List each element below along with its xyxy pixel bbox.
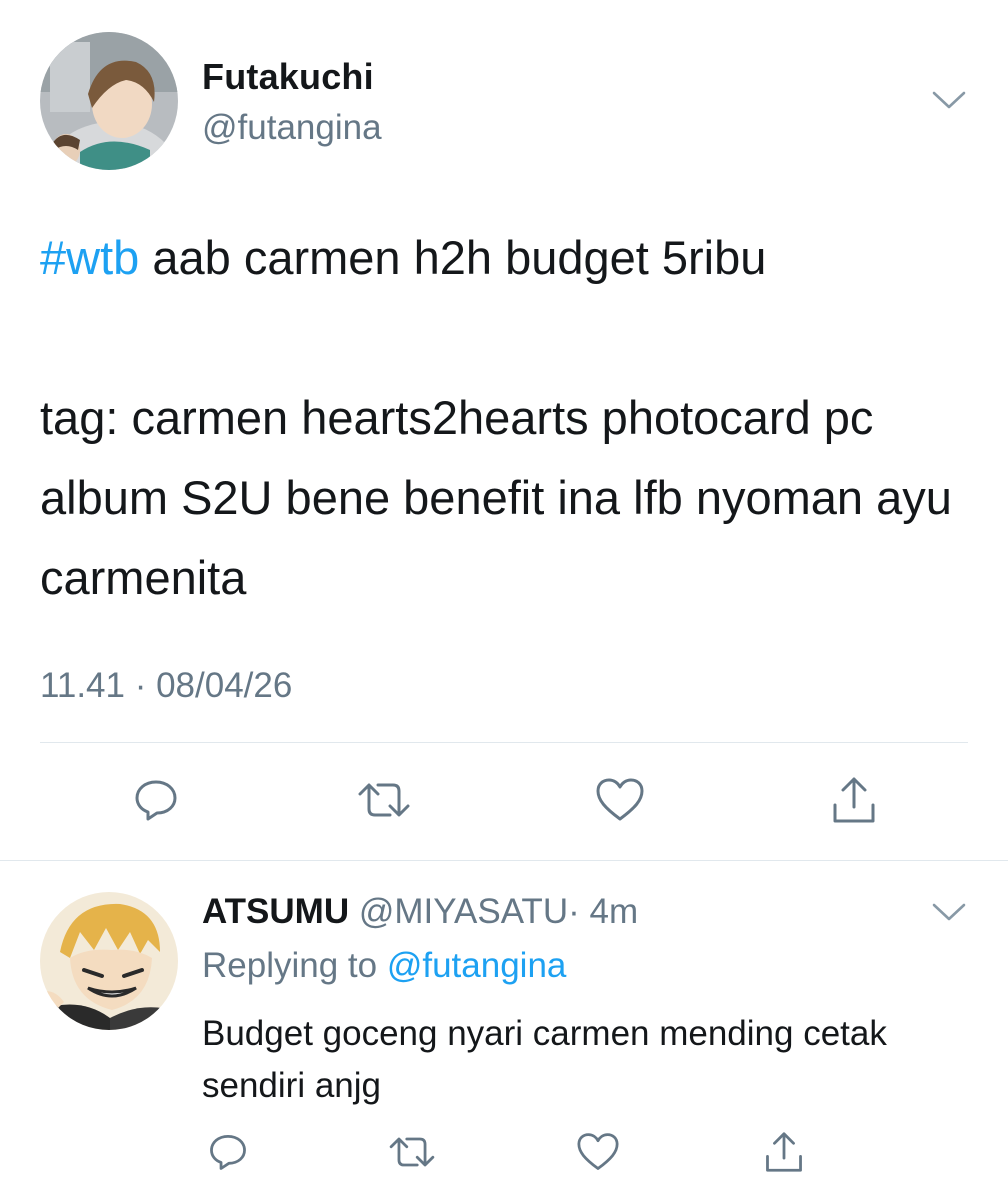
tweet-timestamp[interactable]: 11.41 · 08/04/26: [40, 666, 292, 706]
like-button[interactable]: [592, 772, 648, 828]
tweet-text: #wtb aab carmen h2h budget 5ribu tag: ca…: [40, 218, 970, 618]
replying-to-mention[interactable]: @futangina: [387, 946, 567, 985]
share-icon: [766, 1132, 802, 1172]
reply-icon: [135, 780, 177, 821]
author-avatar[interactable]: [40, 32, 178, 170]
reply-author-avatar[interactable]: [40, 892, 178, 1030]
share-button[interactable]: [826, 772, 882, 828]
chevron-down-icon[interactable]: [930, 900, 968, 924]
reply-like-button[interactable]: [570, 1124, 626, 1180]
hashtag-link[interactable]: #wtb: [40, 231, 139, 284]
reply-icon: [210, 1134, 246, 1170]
avatar-image: [40, 892, 178, 1030]
author-handle[interactable]: @futangina: [202, 108, 382, 148]
reply-text: Budget goceng nyari carmen mending cetak…: [202, 1014, 887, 1105]
avatar-image: [40, 32, 178, 170]
replying-prefix: Replying to: [202, 946, 387, 985]
like-icon: [596, 778, 644, 821]
reply-header: ATSUMU @MIYASATU· 4m: [202, 892, 638, 932]
chevron-down-icon[interactable]: [930, 88, 968, 112]
tweet-text-tags: tag: carmen hearts2hearts photocard pc a…: [40, 391, 965, 604]
share-icon: [833, 777, 875, 823]
retweet-icon: [389, 1137, 435, 1167]
like-icon: [577, 1133, 619, 1170]
reply-share-button[interactable]: [756, 1124, 812, 1180]
replying-to-line: Replying to @futangina: [202, 946, 566, 986]
author-display-name[interactable]: Futakuchi: [202, 56, 374, 98]
divider: [40, 742, 968, 743]
reply-button[interactable]: [128, 772, 184, 828]
reply-retweet-button[interactable]: [384, 1124, 440, 1180]
section-divider: [0, 860, 1008, 861]
retweet-icon: [358, 783, 410, 817]
reply-age: · 4m: [568, 892, 639, 931]
retweet-button[interactable]: [356, 772, 412, 828]
reply-author-display-name[interactable]: ATSUMU: [202, 892, 349, 931]
reply-reply-button[interactable]: [200, 1124, 256, 1180]
reply-author-handle[interactable]: @MIYASATU: [359, 892, 568, 931]
tweet-text-line1: aab carmen h2h budget 5ribu: [139, 231, 767, 284]
